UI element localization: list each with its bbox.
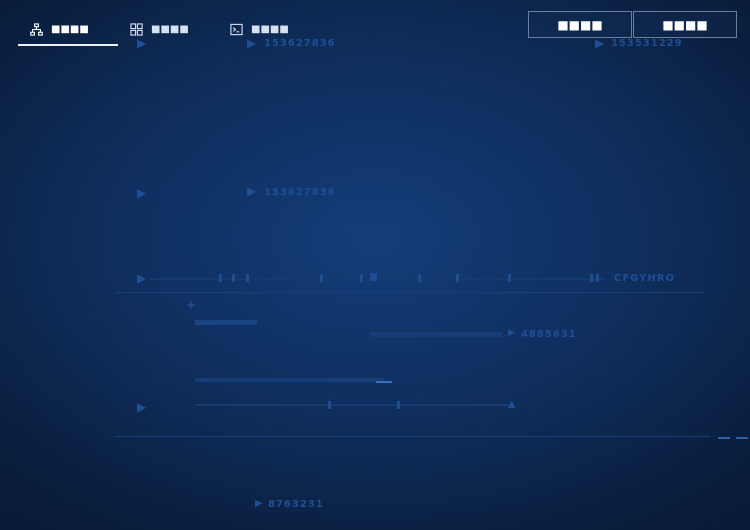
play-marker-icon: ▶	[508, 328, 515, 338]
deco-id-mid: 153627836	[264, 187, 336, 198]
grid-icon	[130, 22, 143, 36]
deco-tick	[508, 274, 511, 282]
action-button-1[interactable]: ■■■■	[528, 11, 632, 38]
deco-tick	[590, 274, 593, 282]
play-marker-icon: ▶	[137, 271, 147, 285]
deco-tick	[456, 274, 459, 282]
deco-bottom-value: 8763231	[268, 499, 324, 510]
play-marker-icon: ▶	[247, 36, 257, 50]
tab-topology-label: ■■■■	[51, 23, 89, 35]
deco-tick	[219, 274, 222, 282]
deco-bar	[195, 378, 385, 382]
deco-bar-value: 4885631	[521, 329, 577, 340]
deco-tick	[418, 274, 421, 282]
deco-tick	[397, 401, 400, 409]
play-marker-icon: ▶	[137, 400, 147, 414]
play-marker-icon: ▶	[247, 184, 257, 198]
deco-tick	[246, 274, 249, 282]
play-marker-icon: ▶	[595, 36, 605, 50]
deco-dash	[718, 437, 730, 439]
deco-id-top-right: 153531229	[611, 38, 683, 49]
deco-tick	[596, 274, 599, 282]
play-marker-icon: ▶	[137, 186, 147, 200]
tab-grid[interactable]: ■■■■	[118, 14, 218, 46]
triangle-marker-icon: ▲	[508, 399, 516, 410]
play-marker-icon: ▶	[137, 36, 147, 50]
deco-line	[115, 436, 710, 437]
deco-dash	[736, 437, 748, 439]
deco-bar	[195, 320, 257, 325]
deco-tick	[370, 273, 377, 281]
deco-tick	[360, 274, 363, 282]
tab-terminal-label: ■■■■	[251, 23, 289, 35]
deco-id-top: 153627836	[264, 38, 336, 49]
deco-code-right: CFGYHRO	[614, 273, 675, 284]
deco-bar	[376, 381, 392, 383]
deco-tick	[328, 401, 331, 409]
tab-grid-label: ■■■■	[151, 23, 189, 35]
play-marker-icon: ▶	[255, 498, 263, 509]
crosshair-icon: +	[186, 298, 197, 312]
tab-topology[interactable]: ■■■■	[18, 14, 118, 46]
deco-line	[115, 292, 705, 293]
deco-line	[195, 404, 510, 406]
deco-tick	[232, 274, 235, 282]
deco-bar	[370, 332, 502, 337]
action-button-2[interactable]: ■■■■	[633, 11, 737, 38]
deco-tick	[320, 274, 323, 282]
terminal-icon	[230, 23, 243, 35]
network-icon	[30, 22, 43, 36]
action-bar: ■■■■ ■■■■	[528, 11, 737, 38]
